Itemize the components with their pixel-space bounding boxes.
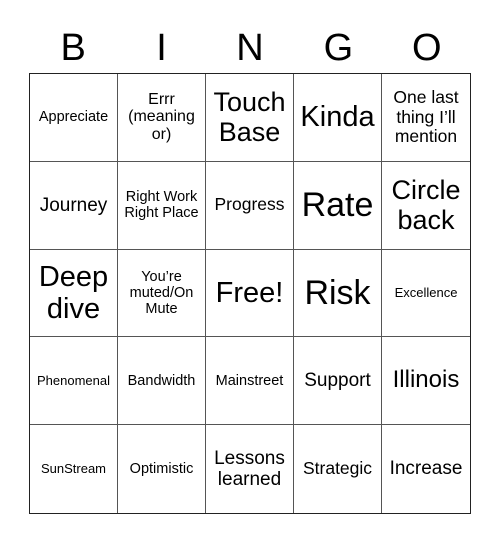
bingo-cell[interactable]: Excellence	[382, 250, 470, 338]
bingo-cell[interactable]: Support	[294, 337, 382, 426]
bingo-cell[interactable]: Right Work Right Place	[118, 161, 206, 250]
bingo-cell[interactable]: Risk	[294, 249, 382, 338]
header-letter-n: N	[236, 27, 264, 69]
header-letter-i: I	[156, 27, 167, 69]
bingo-cell[interactable]: Lessons learned	[206, 425, 294, 513]
bingo-cell[interactable]: Strategic	[294, 425, 382, 513]
bingo-cell[interactable]: You’re muted/On Mute	[118, 249, 206, 338]
bingo-cell[interactable]: Kinda	[294, 74, 382, 162]
free-space-cell[interactable]: Free!	[206, 249, 294, 338]
bingo-cell[interactable]: Deep dive	[30, 249, 118, 338]
bingo-cell[interactable]: Journey	[30, 161, 118, 250]
bingo-cell[interactable]: Errr (meaning or)	[118, 74, 206, 162]
header-letter-g: G	[323, 27, 354, 69]
header-letter-b: B	[60, 27, 86, 69]
bingo-cell[interactable]: Appreciate	[30, 74, 118, 162]
bingo-cell[interactable]: Phenomenal	[30, 337, 118, 426]
bingo-cell[interactable]: Bandwidth	[118, 337, 206, 426]
bingo-cell[interactable]: Illinois	[382, 337, 470, 426]
header-letter-o: O	[411, 27, 442, 69]
bingo-cell[interactable]: SunStream	[30, 425, 118, 513]
bingo-card: Appreciate Errr (meaning or) Touch Base …	[29, 73, 471, 514]
bingo-cell[interactable]: Optimistic	[118, 425, 206, 513]
bingo-cell[interactable]: Touch Base	[206, 74, 294, 162]
bingo-header: B I N G O	[29, 22, 471, 74]
bingo-cell[interactable]: Increase	[382, 425, 470, 513]
bingo-cell[interactable]: Mainstreet	[206, 337, 294, 426]
bingo-cell[interactable]: Progress	[206, 161, 294, 250]
bingo-cell[interactable]: Rate	[294, 161, 382, 250]
bingo-cell[interactable]: One last thing I’ll mention	[382, 74, 470, 162]
bingo-cell[interactable]: Circle back	[382, 162, 470, 250]
